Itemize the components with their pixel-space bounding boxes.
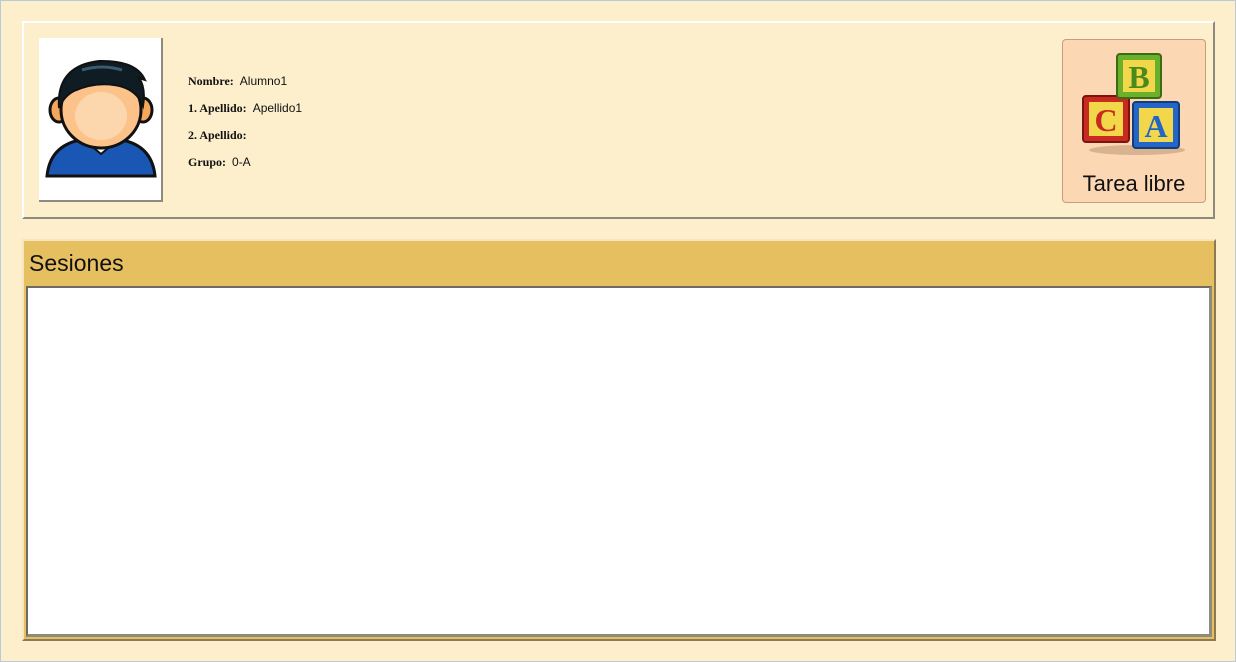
name-row: Nombre: Alumno1	[188, 74, 302, 101]
name-value: Alumno1	[239, 74, 288, 88]
group-label: Grupo:	[188, 155, 227, 169]
name-label: Nombre:	[188, 74, 234, 88]
sessions-list[interactable]	[26, 286, 1212, 637]
student-photo-frame	[39, 38, 163, 202]
second-surname-label: 2. Apellido:	[188, 128, 247, 142]
student-details: Nombre: Alumno1 1. Apellido: Apellido1 2. …	[188, 74, 302, 182]
group-value: 0-A	[232, 155, 251, 169]
first-surname-value: Apellido1	[252, 101, 303, 115]
sessions-title: Sesiones	[29, 250, 124, 276]
group-row: Grupo: 0-A	[188, 155, 302, 182]
svg-text:A: A	[1144, 108, 1167, 144]
first-surname-label: 1. Apellido:	[188, 101, 247, 115]
free-task-button[interactable]: C A B Tarea libre	[1062, 39, 1206, 203]
sessions-panel: Sesiones	[22, 239, 1216, 641]
abc-blocks-icon: C A B	[1082, 53, 1185, 155]
svg-text:B: B	[1128, 59, 1149, 95]
second-surname-row: 2. Apellido:	[188, 128, 302, 155]
free-task-label: Tarea libre	[1082, 171, 1186, 196]
first-surname-row: 1. Apellido: Apellido1	[188, 101, 302, 128]
svg-text:C: C	[1094, 102, 1117, 138]
student-avatar-icon	[45, 59, 157, 178]
student-info-panel: Nombre: Alumno1 1. Apellido: Apellido1 2. …	[22, 21, 1215, 219]
